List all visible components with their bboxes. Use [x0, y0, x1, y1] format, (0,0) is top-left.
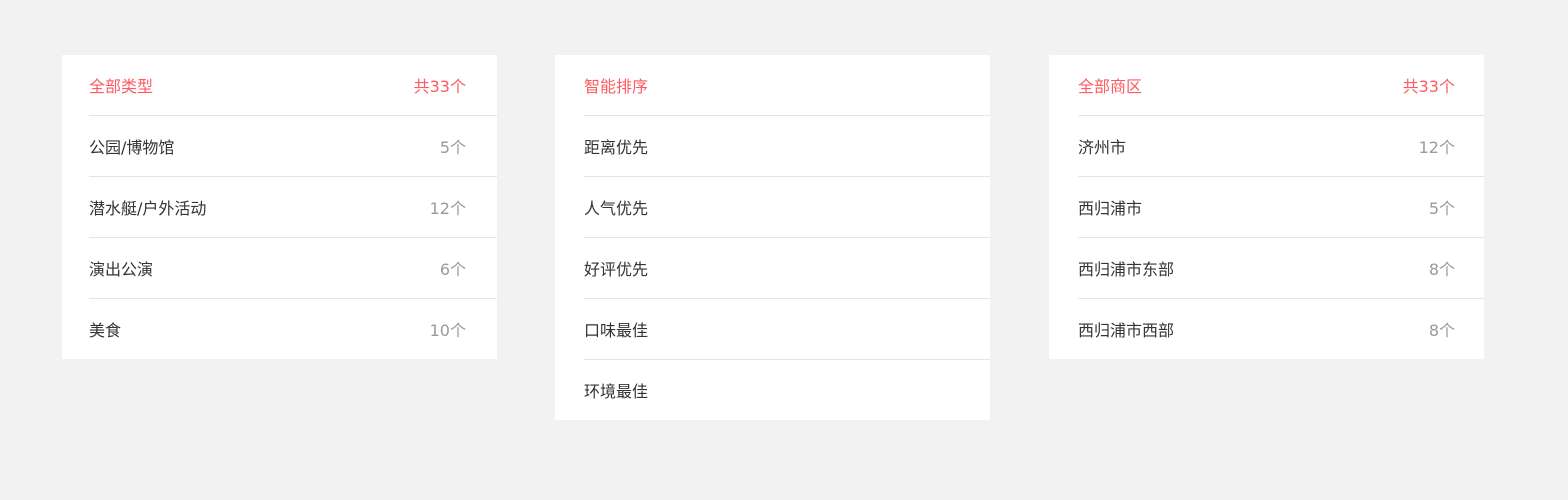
district-option-count: 12个	[1418, 138, 1455, 157]
category-filter-total-count: 共33个	[413, 77, 466, 96]
district-filter-all-label: 全部商区	[1078, 77, 1143, 96]
category-filter-all-label: 全部类型	[89, 77, 154, 96]
district-filter-panel: 全部商区 共33个 济州市 12个 西归浦市 5个 西归浦市东部 8个 西归浦市…	[1049, 55, 1484, 359]
district-option-label: 济州市	[1078, 138, 1127, 157]
district-option-count: 8个	[1428, 260, 1455, 279]
sort-filter-panel: 智能排序 距离优先 人气优先 好评优先 口味最佳 环境最佳	[555, 55, 990, 420]
sort-option-label: 距离优先	[584, 138, 649, 157]
district-option-jeju-city[interactable]: 济州市 12个	[1078, 115, 1484, 176]
sort-option-environment[interactable]: 环境最佳	[584, 359, 990, 420]
district-option-seogwipo-east[interactable]: 西归浦市东部 8个	[1078, 237, 1484, 298]
sort-option-label: 人气优先	[584, 199, 649, 218]
district-filter-total-count: 共33个	[1402, 77, 1455, 96]
district-option-label: 西归浦市东部	[1078, 260, 1175, 279]
district-option-seogwipo-west[interactable]: 西归浦市西部 8个	[1078, 298, 1484, 359]
sort-option-distance[interactable]: 距离优先	[584, 115, 990, 176]
category-filter-panel: 全部类型 共33个 公园/博物馆 5个 潜水艇/户外活动 12个 演出公演 6个…	[62, 55, 497, 359]
category-option-park-museum[interactable]: 公园/博物馆 5个	[89, 115, 497, 176]
sort-option-label: 口味最佳	[584, 321, 649, 340]
category-option-count: 5个	[439, 138, 466, 157]
district-option-count: 8个	[1428, 321, 1455, 340]
sort-option-popularity[interactable]: 人气优先	[584, 176, 990, 237]
category-option-performance[interactable]: 演出公演 6个	[89, 237, 497, 298]
sort-option-smart[interactable]: 智能排序	[584, 55, 990, 115]
category-filter-all[interactable]: 全部类型 共33个	[89, 55, 497, 115]
district-option-label: 西归浦市	[1078, 199, 1143, 218]
district-option-seogwipo[interactable]: 西归浦市 5个	[1078, 176, 1484, 237]
sort-option-label: 环境最佳	[584, 382, 649, 401]
district-filter-all[interactable]: 全部商区 共33个	[1078, 55, 1484, 115]
category-option-label: 公园/博物馆	[89, 138, 175, 157]
district-option-count: 5个	[1428, 199, 1455, 218]
sort-option-smart-label: 智能排序	[584, 77, 649, 96]
category-option-label: 潜水艇/户外活动	[89, 199, 207, 218]
district-option-label: 西归浦市西部	[1078, 321, 1175, 340]
category-option-submarine-outdoor[interactable]: 潜水艇/户外活动 12个	[89, 176, 497, 237]
category-option-count: 6个	[439, 260, 466, 279]
sort-option-rating[interactable]: 好评优先	[584, 237, 990, 298]
category-option-count: 12个	[429, 199, 466, 218]
category-option-food[interactable]: 美食 10个	[89, 298, 497, 359]
category-option-count: 10个	[429, 321, 466, 340]
category-option-label: 美食	[89, 321, 122, 340]
sort-option-label: 好评优先	[584, 260, 649, 279]
category-option-label: 演出公演	[89, 260, 154, 279]
sort-option-taste[interactable]: 口味最佳	[584, 298, 990, 359]
